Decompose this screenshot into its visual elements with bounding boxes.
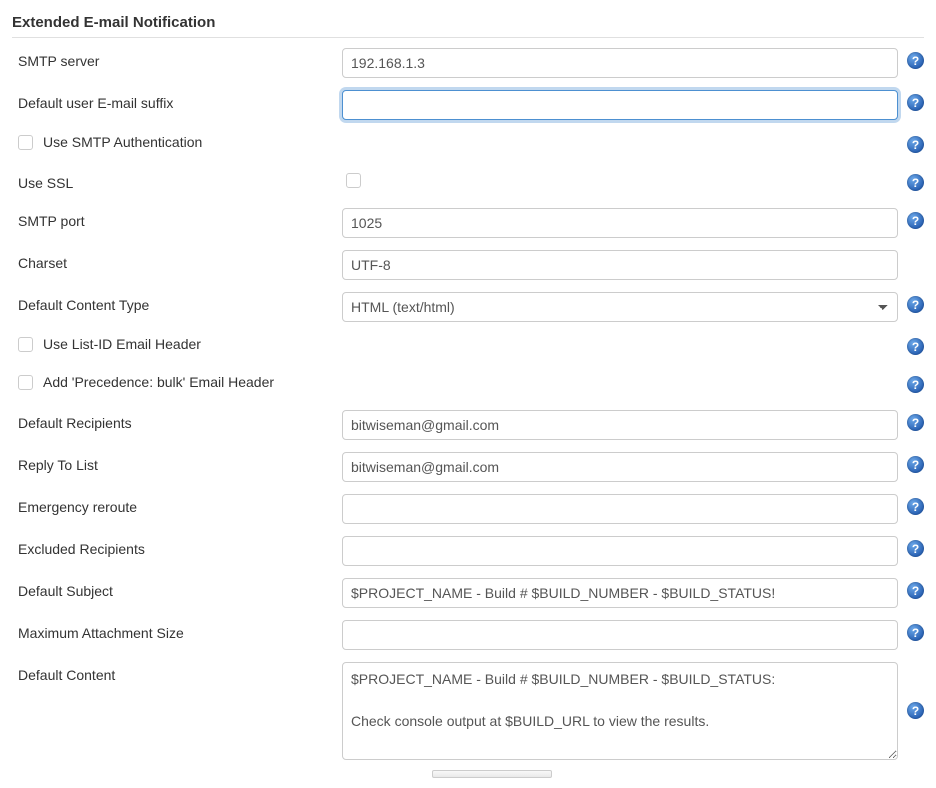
default-content-label: Default Content [12,662,342,683]
help-icon[interactable]: ? [907,540,924,557]
list-id-label: Use List-ID Email Header [43,336,201,352]
charset-input[interactable] [342,250,898,280]
default-content-textarea[interactable] [342,662,898,760]
email-suffix-label: Default user E-mail suffix [12,90,342,111]
emergency-reroute-input[interactable] [342,494,898,524]
list-id-checkbox[interactable] [18,337,33,352]
help-icon[interactable]: ? [907,702,924,719]
default-subject-input[interactable] [342,578,898,608]
reply-to-label: Reply To List [12,452,342,473]
smtp-auth-checkbox[interactable] [18,135,33,150]
excluded-recipients-label: Excluded Recipients [12,536,342,557]
help-icon[interactable]: ? [907,212,924,229]
row-smtp-auth: Use SMTP Authentication ? [12,132,924,164]
row-default-content: Default Content ? [12,662,924,760]
excluded-recipients-input[interactable] [342,536,898,566]
help-icon[interactable]: ? [907,136,924,153]
use-ssl-label: Use SSL [12,170,342,191]
content-type-select[interactable]: HTML (text/html) [342,292,898,322]
section-title: Extended E-mail Notification [12,10,924,38]
help-icon[interactable]: ? [907,296,924,313]
smtp-port-input[interactable] [342,208,898,238]
row-reply-to: Reply To List ? [12,452,924,484]
smtp-server-input[interactable] [342,48,898,78]
help-icon[interactable]: ? [907,174,924,191]
help-icon[interactable]: ? [907,52,924,69]
row-list-id: Use List-ID Email Header ? [12,334,924,366]
help-icon[interactable]: ? [907,582,924,599]
smtp-server-label: SMTP server [12,48,342,69]
content-type-label: Default Content Type [12,292,342,313]
max-attachment-label: Maximum Attachment Size [12,620,342,641]
smtp-port-label: SMTP port [12,208,342,229]
default-recipients-label: Default Recipients [12,410,342,431]
row-smtp-port: SMTP port ? [12,208,924,240]
footer-drag-handle[interactable] [432,770,552,778]
row-default-recipients: Default Recipients ? [12,410,924,442]
help-icon[interactable]: ? [907,624,924,641]
help-icon[interactable]: ? [907,456,924,473]
row-precedence-bulk: Add 'Precedence: bulk' Email Header ? [12,372,924,404]
email-suffix-input[interactable] [342,90,898,120]
row-content-type: Default Content Type HTML (text/html) ? [12,292,924,324]
precedence-bulk-checkbox[interactable] [18,375,33,390]
default-recipients-input[interactable] [342,410,898,440]
row-default-subject: Default Subject ? [12,578,924,610]
row-use-ssl: Use SSL ? [12,170,924,202]
help-icon[interactable]: ? [907,94,924,111]
max-attachment-input[interactable] [342,620,898,650]
smtp-auth-label: Use SMTP Authentication [43,134,202,150]
row-max-attachment: Maximum Attachment Size ? [12,620,924,652]
emergency-reroute-label: Emergency reroute [12,494,342,515]
precedence-bulk-label: Add 'Precedence: bulk' Email Header [43,374,274,390]
row-emergency-reroute: Emergency reroute ? [12,494,924,526]
row-email-suffix: Default user E-mail suffix ? [12,90,924,122]
help-icon[interactable]: ? [907,338,924,355]
row-smtp-server: SMTP server ? [12,48,924,80]
reply-to-input[interactable] [342,452,898,482]
default-subject-label: Default Subject [12,578,342,599]
row-excluded-recipients: Excluded Recipients ? [12,536,924,568]
use-ssl-checkbox[interactable] [346,173,361,188]
row-charset: Charset ? [12,250,924,282]
help-icon[interactable]: ? [907,376,924,393]
charset-label: Charset [12,250,342,271]
help-icon[interactable]: ? [907,414,924,431]
help-icon[interactable]: ? [907,498,924,515]
